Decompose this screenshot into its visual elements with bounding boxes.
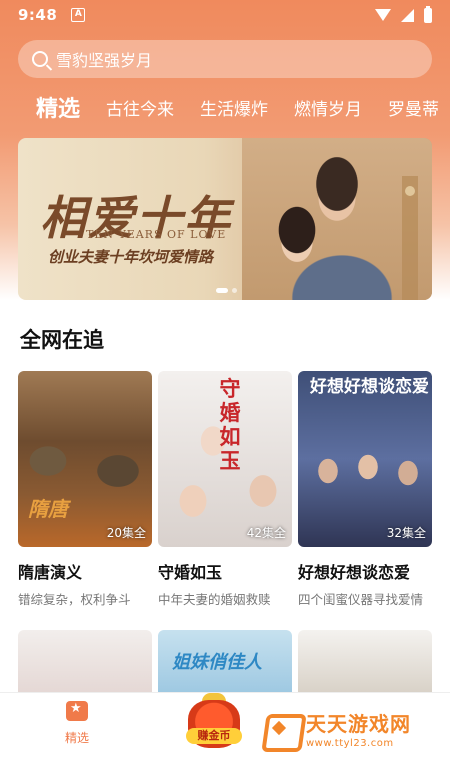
show-title[interactable]: 好想好想谈恋爱 xyxy=(298,559,432,583)
watermark-logo-icon xyxy=(262,712,298,746)
section-title: 全网在追 xyxy=(20,328,104,352)
watermark: 天天游戏网 www.ttyl23.com xyxy=(262,708,411,749)
notification-icon: A xyxy=(71,8,86,22)
nav-label-featured: 精选 xyxy=(64,731,89,745)
watermark-text: 天天游戏网 xyxy=(306,712,411,736)
status-icons xyxy=(375,5,432,23)
banner-clock-tower xyxy=(402,176,418,300)
home-star-icon xyxy=(66,701,88,721)
earn-coins-label[interactable]: 赚金币 xyxy=(186,728,242,744)
banner-subtitle: 创业夫妻十年坎坷爱情路 xyxy=(48,248,214,266)
status-time: 9:48 xyxy=(18,6,58,24)
show-card[interactable]: 好想好想谈恋爱 32集全 好想好想谈恋爱 四个闺蜜仪器寻找爱情 xyxy=(298,371,432,608)
show-poster[interactable]: 守婚如玉 42集全 xyxy=(158,371,292,547)
banner-title-en: TEN YEARS OF LOVE xyxy=(86,228,227,241)
category-tabs: 精选 古往今来 生活爆炸 燃情岁月 罗曼蒂 xyxy=(0,88,450,126)
tab-history[interactable]: 古往今来 xyxy=(106,95,174,120)
watermark-url: www.ttyl23.com xyxy=(306,738,394,749)
poster-title-art: 隋唐 xyxy=(28,497,68,521)
show-description: 中年夫妻的婚姻救赎 xyxy=(158,592,271,607)
show-grid-row2: 姐妹俏佳人 xyxy=(18,630,432,692)
signal-icon xyxy=(401,8,414,22)
nav-item-featured[interactable]: 精选 xyxy=(52,701,102,746)
wifi-icon xyxy=(375,9,391,21)
show-poster[interactable] xyxy=(298,630,432,692)
battery-icon xyxy=(424,5,432,23)
search-icon xyxy=(32,51,48,67)
banner-pagination xyxy=(216,288,237,293)
tab-passion[interactable]: 燃情岁月 xyxy=(294,95,362,120)
show-grid: 隋唐 20集全 隋唐演义 错综复杂，权利争斗 守婚如玉 42集全 守婚如玉 中年… xyxy=(18,371,432,608)
poster-title-art: 守婚如玉 xyxy=(219,376,241,473)
show-card[interactable]: 守婚如玉 42集全 守婚如玉 中年夫妻的婚姻救赎 xyxy=(158,371,292,608)
show-poster[interactable]: 姐妹俏佳人 xyxy=(158,630,292,692)
show-description: 错综复杂，权利争斗 xyxy=(18,592,131,607)
episode-badge: 20集全 xyxy=(106,526,146,540)
episode-badge: 32集全 xyxy=(386,526,426,540)
show-title[interactable]: 守婚如玉 xyxy=(158,559,292,583)
poster-title-art: 好想好想谈恋爱 xyxy=(310,377,429,397)
show-poster[interactable]: 好想好想谈恋爱 32集全 xyxy=(298,371,432,547)
tab-romance[interactable]: 罗曼蒂 xyxy=(388,95,439,120)
show-poster[interactable] xyxy=(18,630,152,692)
search-bar[interactable]: 雪豹坚强岁月 xyxy=(18,40,432,78)
show-poster[interactable]: 隋唐 20集全 xyxy=(18,371,152,547)
pagination-dot xyxy=(232,288,237,293)
pagination-dot-active xyxy=(216,288,228,293)
tab-featured[interactable]: 精选 xyxy=(36,91,80,123)
search-placeholder: 雪豹坚强岁月 xyxy=(56,51,153,70)
poster-title-art: 姐妹俏佳人 xyxy=(172,652,262,673)
show-card[interactable]: 隋唐 20集全 隋唐演义 错综复杂，权利争斗 xyxy=(18,371,152,608)
episode-badge: 42集全 xyxy=(246,526,286,540)
status-bar: 9:48 A xyxy=(0,0,450,30)
featured-banner[interactable]: 相爱十年 TEN YEARS OF LOVE 创业夫妻十年坎坷爱情路 xyxy=(18,138,432,300)
tab-life[interactable]: 生活爆炸 xyxy=(200,95,268,120)
show-title[interactable]: 隋唐演义 xyxy=(18,559,152,583)
show-description: 四个闺蜜仪器寻找爱情 xyxy=(298,592,424,607)
